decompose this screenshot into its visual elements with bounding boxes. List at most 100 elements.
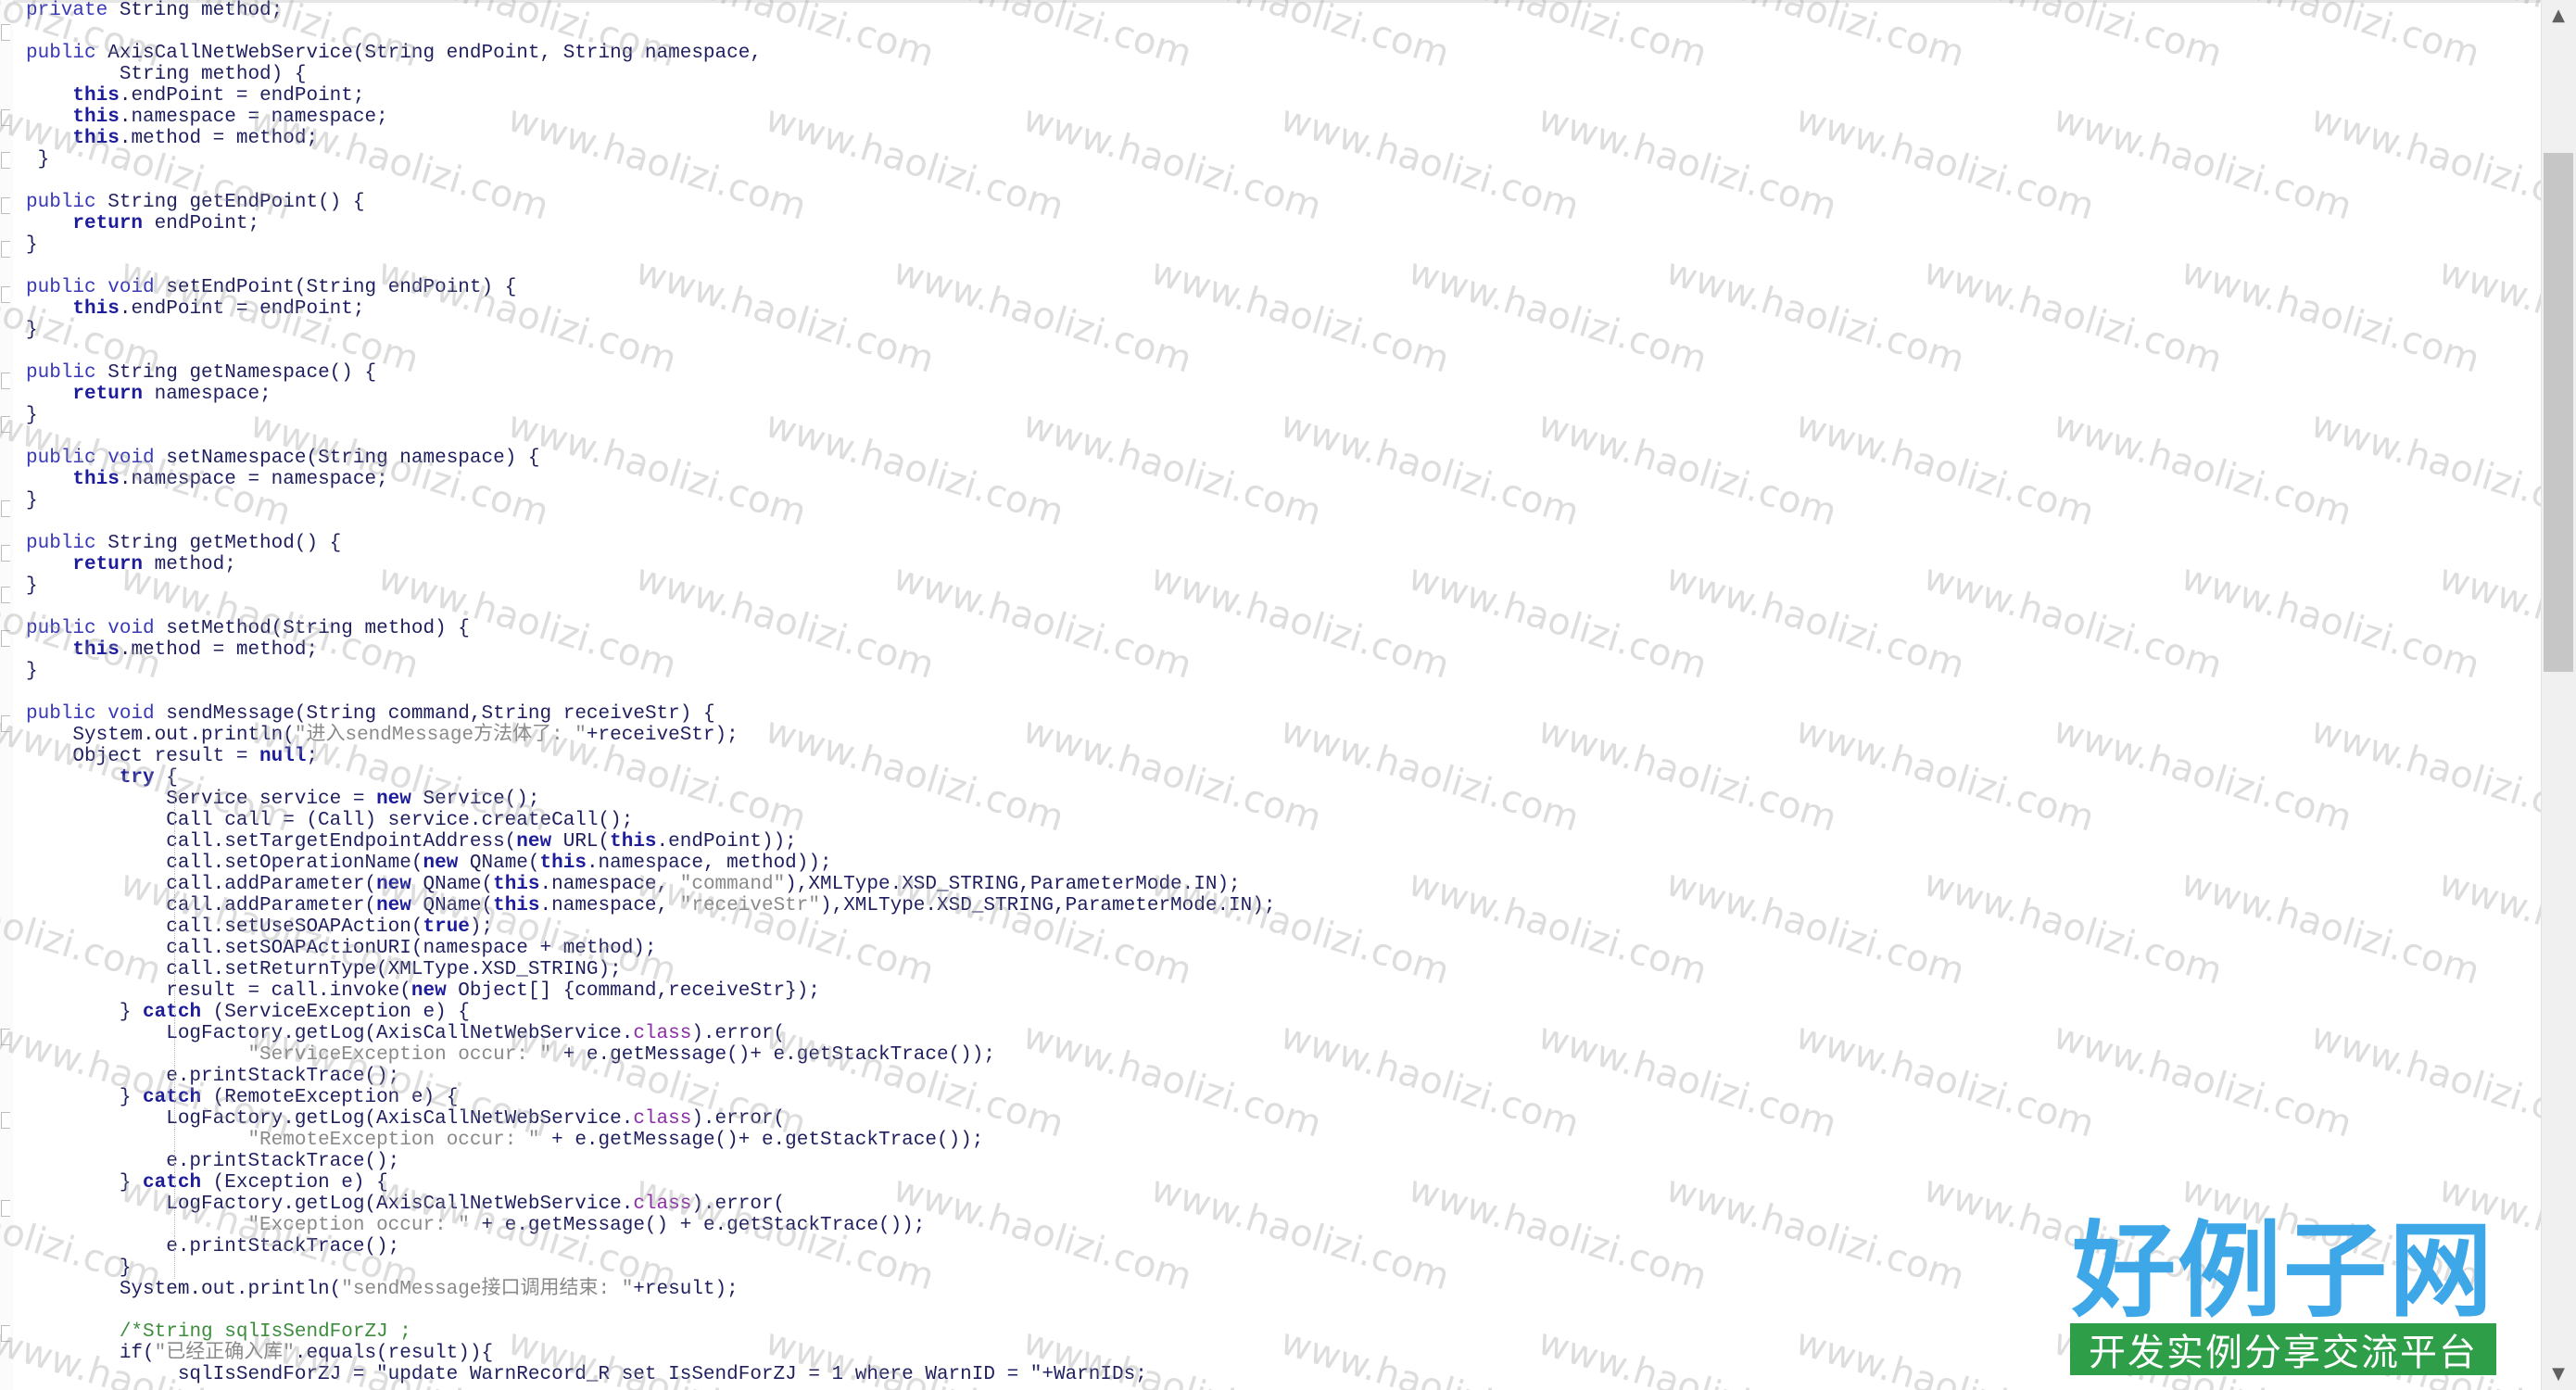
code-line[interactable]: call.addParameter(new QName(this .namespa… — [13, 874, 2541, 895]
code-line[interactable] — [13, 597, 2541, 618]
keyword-token: public — [26, 533, 96, 554]
code-line[interactable]: LogFactory.getLog(AxisCallNetWebService.… — [13, 1108, 2541, 1130]
code-line[interactable]: public String getNamespace() { — [13, 362, 2541, 384]
code-line[interactable] — [13, 171, 2541, 192]
code-line[interactable]: "RemoteException occur: " + e.getMessage… — [13, 1130, 2541, 1151]
code-token: } — [26, 661, 38, 682]
code-token: if( — [26, 1343, 155, 1364]
code-line[interactable]: } — [13, 575, 2541, 597]
fold-marker[interactable] — [1, 715, 10, 732]
code-line[interactable] — [13, 341, 2541, 362]
code-line[interactable]: } — [13, 490, 2541, 512]
keyword-token: catch — [143, 1087, 202, 1108]
code-line[interactable]: call.setSOAPActionURI(namespace + method… — [13, 938, 2541, 959]
code-line[interactable]: this .method = method; — [13, 128, 2541, 149]
fold-marker[interactable] — [1, 286, 10, 303]
fold-marker[interactable] — [1, 630, 10, 647]
fold-marker[interactable] — [1, 1029, 10, 1045]
code-line[interactable] — [13, 512, 2541, 533]
code-token: QName( — [410, 895, 494, 916]
code-line[interactable]: private String method; — [13, 0, 2541, 21]
code-line[interactable]: String method) { — [13, 64, 2541, 85]
keyword-token: return — [72, 384, 144, 405]
string-token: "receiveStr" — [679, 895, 820, 916]
code-line[interactable]: public String getEndPoint() { — [13, 192, 2541, 213]
fold-marker[interactable] — [1, 587, 10, 603]
fold-marker[interactable] — [1, 1325, 10, 1342]
code-line[interactable]: } — [13, 405, 2541, 426]
fold-marker[interactable] — [1, 24, 10, 41]
code-line[interactable]: } catch (RemoteException e) { — [13, 1087, 2541, 1108]
code-line[interactable] — [13, 21, 2541, 43]
fold-marker[interactable] — [1, 197, 10, 214]
keyword-token: void — [107, 703, 155, 725]
code-line[interactable]: this .method = method; — [13, 639, 2541, 661]
code-line[interactable]: this .namespace = namespace; — [13, 107, 2541, 128]
keyword-token: new — [376, 789, 411, 810]
code-line[interactable]: public void sendMessage(String command,S… — [13, 703, 2541, 725]
fold-marker[interactable] — [1, 545, 10, 562]
code-line[interactable]: public void setEndPoint(String endPoint)… — [13, 277, 2541, 298]
scrollbar-thumb[interactable] — [2544, 153, 2573, 672]
code-token: System.out.println( — [26, 1279, 342, 1300]
keyword-token: void — [107, 448, 155, 469]
code-line[interactable]: public AxisCallNetWebService(String endP… — [13, 43, 2541, 64]
code-editor[interactable]: private String method; public AxisCallNet… — [13, 0, 2541, 1390]
code-token: +result); — [633, 1279, 739, 1300]
indent-guide — [174, 959, 175, 980]
code-line[interactable]: try { — [13, 767, 2541, 789]
fold-marker[interactable] — [1, 109, 10, 126]
code-line[interactable]: call.setTargetEndpointAddress(new URL(th… — [13, 831, 2541, 853]
code-line[interactable]: this .endPoint = endPoint; — [13, 85, 2541, 107]
code-token: LogFactory.getLog(AxisCallNetWebService. — [26, 1023, 634, 1044]
code-line[interactable]: Object result = null; — [13, 746, 2541, 767]
code-line[interactable]: e.printStackTrace(); — [13, 1066, 2541, 1087]
scroll-up-arrow-icon[interactable]: ▲ — [2543, 0, 2574, 30]
code-line[interactable]: LogFactory.getLog(AxisCallNetWebService.… — [13, 1023, 2541, 1044]
code-line[interactable]: "ServiceException occur: " + e.getMessag… — [13, 1044, 2541, 1066]
fold-marker[interactable] — [1, 416, 10, 433]
code-line[interactable] — [13, 426, 2541, 448]
code-line[interactable]: } — [13, 234, 2541, 256]
code-line[interactable]: return namespace; — [13, 384, 2541, 405]
code-line[interactable]: call.setOperationName(new QName(this .nam… — [13, 853, 2541, 874]
fold-marker[interactable] — [1, 1112, 10, 1129]
code-line[interactable] — [13, 256, 2541, 277]
fold-marker[interactable] — [1, 500, 10, 517]
code-line[interactable]: } — [13, 661, 2541, 682]
scroll-down-arrow-icon[interactable]: ▼ — [2543, 1358, 2574, 1388]
fold-marker[interactable] — [1, 152, 10, 169]
fold-marker[interactable] — [1, 373, 10, 389]
code-line[interactable]: call.addParameter(new QName(this .namespa… — [13, 895, 2541, 916]
code-line[interactable]: public String getMethod() { — [13, 533, 2541, 554]
code-line[interactable]: this .namespace = namespace; — [13, 469, 2541, 490]
code-line[interactable]: call.setUseSOAPAction(true); — [13, 916, 2541, 938]
code-line[interactable]: return endPoint; — [13, 213, 2541, 234]
code-token: URL( — [551, 831, 611, 853]
code-line[interactable]: public void setNamespace(String namespac… — [13, 448, 2541, 469]
code-line[interactable] — [13, 682, 2541, 703]
code-line[interactable]: Call call = (Call) service.createCall(); — [13, 810, 2541, 831]
fold-marker[interactable] — [1, 1200, 10, 1217]
keyword-token: public — [26, 192, 96, 213]
code-token: AxisCallNetWebService(String endPoint, S… — [95, 43, 762, 64]
logo-tagline: 开发实例分享交流平台 — [2070, 1323, 2496, 1375]
code-line[interactable]: Service service = new Service(); — [13, 789, 2541, 810]
code-line[interactable]: System.out.println("进入sendMessage方法体了: "… — [13, 725, 2541, 746]
code-line[interactable]: return method; — [13, 554, 2541, 575]
class-keyword-token: class — [633, 1108, 692, 1130]
code-line[interactable]: result = call.invoke(new Object[] {comma… — [13, 980, 2541, 1002]
fold-marker[interactable] — [1, 241, 10, 258]
code-token: .endPoint)); — [656, 831, 797, 853]
code-line[interactable]: } — [13, 149, 2541, 171]
code-line[interactable]: public void setMethod(String method) { — [13, 618, 2541, 639]
code-line[interactable]: call.setReturnType(XMLType.XSD_STRING); — [13, 959, 2541, 980]
code-line[interactable]: e.printStackTrace(); — [13, 1151, 2541, 1172]
code-token: e.printStackTrace(); — [26, 1066, 400, 1087]
keyword-token: public — [26, 43, 96, 64]
code-line[interactable]: } — [13, 320, 2541, 341]
code-line[interactable]: this .endPoint = endPoint; — [13, 298, 2541, 320]
code-line[interactable]: } catch (ServiceException e) { — [13, 1002, 2541, 1023]
